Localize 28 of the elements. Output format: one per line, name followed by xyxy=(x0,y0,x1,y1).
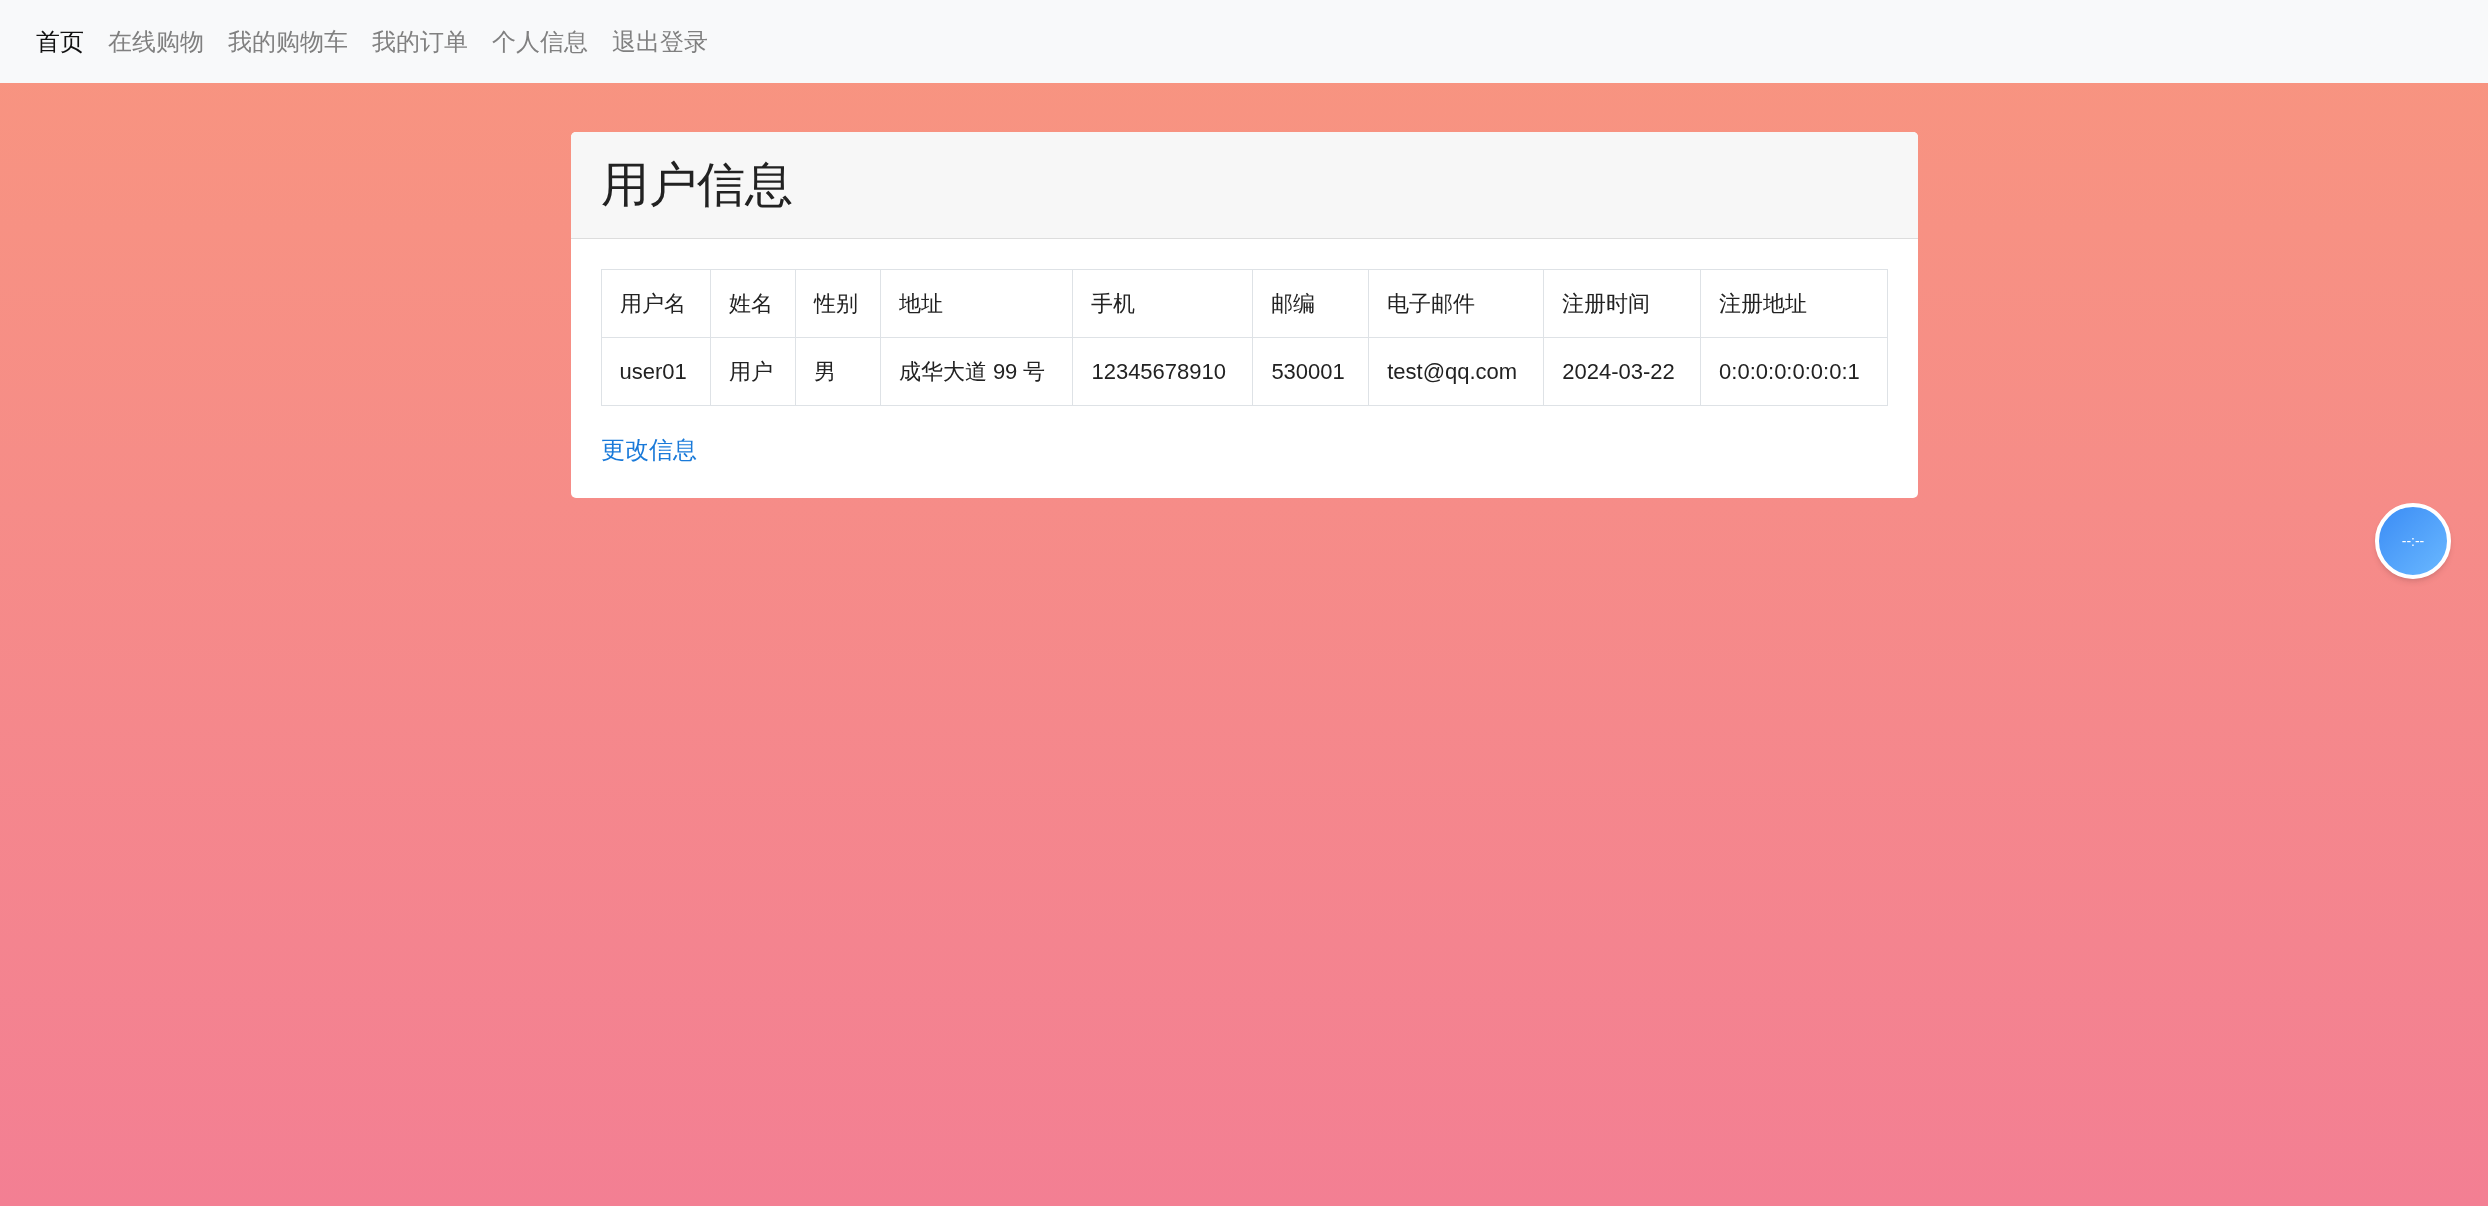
table-cell: 12345678910 xyxy=(1072,337,1253,406)
clock-widget[interactable]: --:-- xyxy=(2375,503,2451,579)
nav-link[interactable]: 退出登录 xyxy=(612,23,708,60)
nav-link[interactable]: 个人信息 xyxy=(492,23,588,60)
column-header: 注册时间 xyxy=(1543,269,1701,338)
table-cell: 成华大道 99 号 xyxy=(880,337,1073,406)
table-cell: 2024-03-22 xyxy=(1543,337,1701,406)
card-title: 用户信息 xyxy=(600,157,793,213)
column-header: 电子邮件 xyxy=(1368,269,1544,338)
column-header: 地址 xyxy=(880,269,1073,338)
nav-link[interactable]: 首页 xyxy=(36,23,84,60)
table-cell: 0:0:0:0:0:0:0:1 xyxy=(1700,337,1887,406)
column-header: 用户名 xyxy=(601,269,711,338)
nav-link[interactable]: 我的购物车 xyxy=(228,23,348,60)
column-header: 手机 xyxy=(1072,269,1253,338)
column-header: 注册地址 xyxy=(1700,269,1887,338)
clock-time: --:-- xyxy=(2401,531,2425,551)
nav-link[interactable]: 在线购物 xyxy=(108,23,204,60)
column-header: 邮编 xyxy=(1252,269,1369,338)
table-cell: 用户 xyxy=(710,337,796,406)
table-cell: user01 xyxy=(601,337,711,406)
table-cell: 男 xyxy=(795,337,881,406)
column-header: 性别 xyxy=(795,269,881,338)
table-cell: test@qq.com xyxy=(1368,337,1544,406)
column-header: 姓名 xyxy=(710,269,796,338)
edit-info-link[interactable]: 更改信息 xyxy=(600,432,697,468)
table-cell: 530001 xyxy=(1252,337,1369,406)
nav-link[interactable]: 我的订单 xyxy=(372,23,468,60)
